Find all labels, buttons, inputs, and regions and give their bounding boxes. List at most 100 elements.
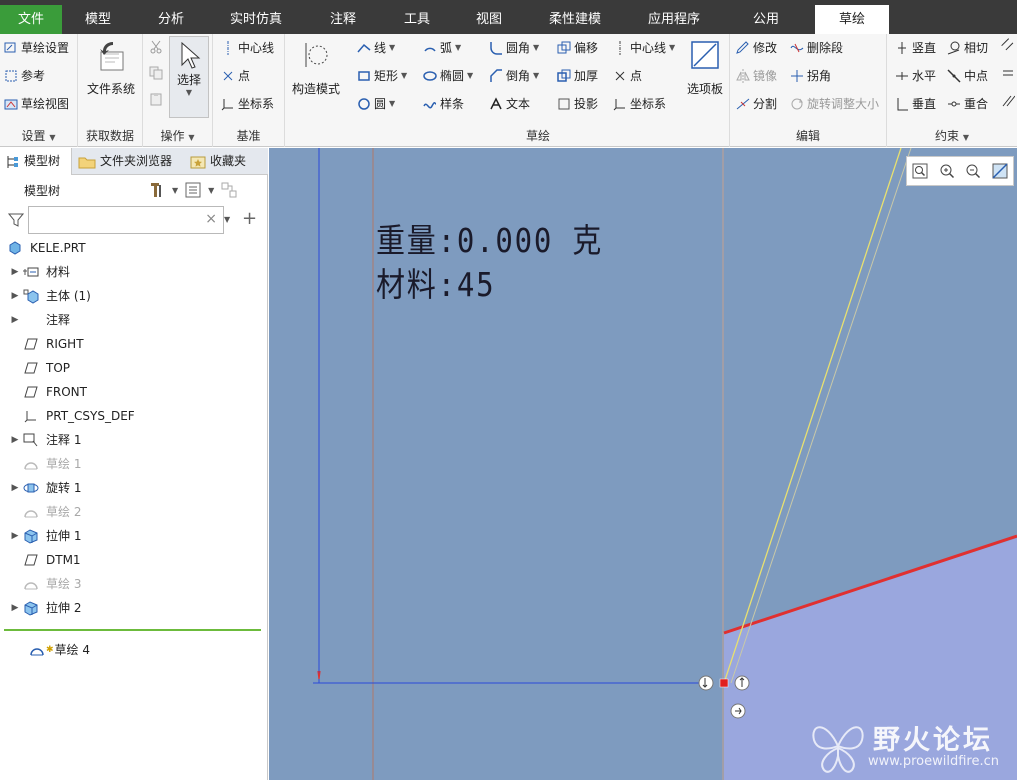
tree-item[interactable]: 草绘 3 xyxy=(0,572,266,596)
show-columns-icon[interactable] xyxy=(184,181,202,199)
tree-filter-toggle-icon[interactable] xyxy=(220,181,238,199)
spline-button[interactable]: 样条 xyxy=(423,94,464,114)
expand-arrow-icon[interactable]: ▶ xyxy=(8,284,22,308)
text-button[interactable]: 文本 xyxy=(489,94,530,114)
tangent-constraint-button[interactable]: 相切 xyxy=(947,38,988,58)
select-button[interactable]: 选择 ▼ xyxy=(169,36,209,118)
zoom-in-button[interactable] xyxy=(937,161,957,181)
tree-search-input[interactable]: × xyxy=(28,206,224,234)
weight-note[interactable]: 重量:0.000 克 xyxy=(376,214,603,262)
tab-applications[interactable]: 应用程序 xyxy=(624,5,724,34)
sketch-setup-button[interactable]: 草绘设置 xyxy=(4,38,69,58)
tree-item[interactable]: KELE.PRT xyxy=(0,236,266,260)
references-button[interactable]: 参考 xyxy=(4,66,45,86)
symmetric-constraint-icon[interactable] xyxy=(1001,94,1015,108)
tab-model-tree[interactable]: 模型树 xyxy=(0,148,72,175)
group-operations-title[interactable]: 操作 ▼ xyxy=(143,127,212,143)
sketch-csys-button[interactable]: 坐标系 xyxy=(613,94,666,114)
vertical-constraint-button[interactable]: 竖直 xyxy=(895,38,936,58)
palette-button[interactable]: 选项板 xyxy=(685,40,725,97)
add-filter-icon[interactable]: + xyxy=(242,208,257,229)
expand-arrow-icon[interactable]: ▶ xyxy=(8,308,22,332)
tab-favorites[interactable]: 收藏夹 xyxy=(190,148,264,175)
tree-item[interactable]: ▶ 主体 (1) xyxy=(0,284,266,308)
tree-item[interactable]: ▶ 拉伸 2 xyxy=(0,596,266,620)
ellipse-button[interactable]: 椭圆 ▼ xyxy=(423,66,473,86)
expand-arrow-icon[interactable]: ▶ xyxy=(8,596,22,620)
datum-csys-button[interactable]: 坐标系 xyxy=(221,94,274,114)
parallel-constraint-icon[interactable] xyxy=(1001,66,1015,80)
thicken-button[interactable]: 加厚 xyxy=(557,66,598,86)
tab-utilities[interactable]: 公用 xyxy=(724,5,808,34)
tab-tools[interactable]: 工具 xyxy=(382,5,452,34)
line-button[interactable]: 线 ▼ xyxy=(357,38,395,58)
expand-arrow-icon[interactable]: ▶ xyxy=(8,260,22,284)
datum-point-button[interactable]: 点 xyxy=(221,66,250,86)
tree-item[interactable]: DTM1 xyxy=(0,548,266,572)
modify-button[interactable]: 修改 xyxy=(736,38,777,58)
tab-folder-browser[interactable]: 文件夹浏览器 xyxy=(78,148,186,175)
tab-model[interactable]: 模型 xyxy=(62,5,134,34)
divide-button[interactable]: 分割 xyxy=(736,94,777,114)
constraint-symbol-left[interactable] xyxy=(698,675,714,691)
tree-item[interactable]: ▶ 注释 xyxy=(0,308,266,332)
selected-vertex[interactable] xyxy=(719,678,729,688)
paste-icon[interactable] xyxy=(149,92,163,106)
tab-sketch[interactable]: 草绘 xyxy=(815,5,889,34)
graphics-window[interactable]: 重量:0.000 克 材料:45 野火论坛 www.proewildfire.c… xyxy=(269,148,1017,780)
tree-item[interactable]: 草绘 2 xyxy=(0,500,266,524)
perpendicular-constraint-button[interactable]: 垂直 xyxy=(895,94,936,114)
coincident-constraint-button[interactable]: 重合 xyxy=(947,94,988,114)
offset-button[interactable]: 偏移 xyxy=(557,38,598,58)
project-button[interactable]: 投影 xyxy=(557,94,598,114)
expand-arrow-icon[interactable]: ▶ xyxy=(8,476,22,500)
tab-flexible-modeling[interactable]: 柔性建模 xyxy=(526,5,624,34)
material-note[interactable]: 材料:45 xyxy=(376,258,495,306)
tree-item[interactable]: 草绘 1 xyxy=(0,452,266,476)
tree-item[interactable]: ▶ 注释 1 xyxy=(0,428,266,452)
tree-settings-icon[interactable] xyxy=(148,181,166,199)
arc-button[interactable]: 弧 ▼ xyxy=(423,38,461,58)
group-constrain-title[interactable]: 约束 ▼ xyxy=(887,127,1017,143)
tab-annotate[interactable]: 注释 xyxy=(304,5,382,34)
refit-button[interactable] xyxy=(910,161,930,181)
fillet-button[interactable]: 圆角 ▼ xyxy=(489,38,539,58)
tree-item[interactable]: FRONT xyxy=(0,380,266,404)
tree-item[interactable]: TOP xyxy=(0,356,266,380)
datum-centerline-button[interactable]: 中心线 xyxy=(221,38,274,58)
tab-simulation[interactable]: 实时仿真 xyxy=(208,5,304,34)
tree-item[interactable]: ▶ 拉伸 1 xyxy=(0,524,266,548)
equal-constraint-icon[interactable] xyxy=(1001,38,1015,52)
corner-button[interactable]: 拐角 xyxy=(790,66,831,86)
tab-analysis[interactable]: 分析 xyxy=(134,5,208,34)
repaint-button[interactable] xyxy=(990,161,1010,181)
show-columns-caret[interactable]: ▼ xyxy=(208,186,214,195)
file-system-button[interactable]: 文件系统 xyxy=(82,40,140,97)
tree-settings-caret[interactable]: ▼ xyxy=(172,186,178,195)
group-setup-title[interactable]: 设置 ▼ xyxy=(0,127,77,143)
sketch-centerline-button[interactable]: 中心线 ▼ xyxy=(613,38,675,58)
tree-item[interactable]: PRT_CSYS_DEF xyxy=(0,404,266,428)
tree-item[interactable]: ▶ 材料 xyxy=(0,260,266,284)
copy-icon[interactable] xyxy=(149,66,163,80)
horizontal-constraint-button[interactable]: 水平 xyxy=(895,66,936,86)
tab-file[interactable]: 文件 xyxy=(0,5,62,34)
clear-search-icon[interactable]: × xyxy=(205,211,217,227)
rectangle-button[interactable]: 矩形 ▼ xyxy=(357,66,407,86)
filter-icon[interactable] xyxy=(8,212,24,228)
expand-arrow-icon[interactable]: ▶ xyxy=(8,524,22,548)
delete-segment-button[interactable]: 删除段 xyxy=(790,38,843,58)
sketch-point-button[interactable]: 点 xyxy=(613,66,642,86)
sketch-view-button[interactable]: 草绘视图 xyxy=(4,94,69,114)
tab-view[interactable]: 视图 xyxy=(452,5,526,34)
tree-item[interactable]: RIGHT xyxy=(0,332,266,356)
chamfer-button[interactable]: 倒角 ▼ xyxy=(489,66,539,86)
cut-icon[interactable] xyxy=(149,40,163,54)
circle-button[interactable]: 圆 ▼ xyxy=(357,94,395,114)
rotate-resize-button[interactable]: 旋转调整大小 xyxy=(790,94,879,114)
tree-item[interactable]: ▶ 旋转 1 xyxy=(0,476,266,500)
midpoint-constraint-button[interactable]: 中点 xyxy=(947,66,988,86)
expand-arrow-icon[interactable]: ▶ xyxy=(8,428,22,452)
construct-mode-button[interactable]: 构造模式 xyxy=(287,40,345,97)
zoom-out-button[interactable] xyxy=(963,161,983,181)
